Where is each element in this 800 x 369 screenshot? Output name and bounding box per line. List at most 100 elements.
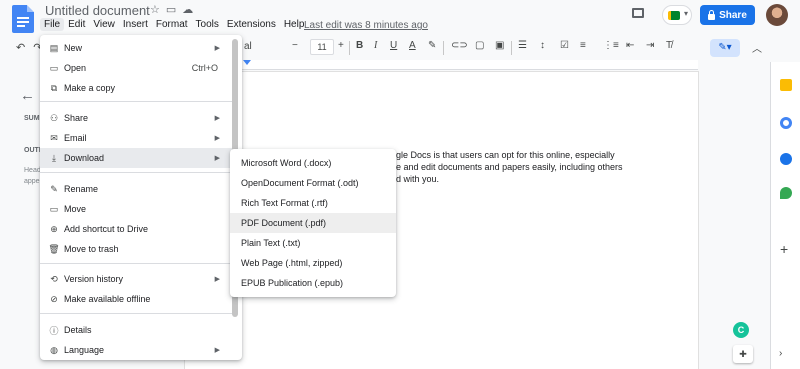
font-family-select[interactable]: al xyxy=(244,41,252,52)
menu-item-download[interactable]: ⤓ Download ▶ xyxy=(40,148,236,168)
download-rtf[interactable]: Rich Text Format (.rtf) xyxy=(230,193,396,213)
menu-extensions[interactable]: Extensions xyxy=(223,18,280,31)
maps-icon[interactable] xyxy=(780,187,792,199)
contacts-icon[interactable] xyxy=(780,153,792,165)
menu-divider xyxy=(40,172,236,173)
italic-icon[interactable]: I xyxy=(374,40,377,51)
chevron-down-icon: ▾ xyxy=(683,9,688,18)
menu-item-language[interactable]: ◍ Language ▶ xyxy=(40,340,236,360)
info-icon: ⓘ xyxy=(49,325,59,336)
menu-item-move[interactable]: ▭ Move xyxy=(40,199,236,219)
collapse-toolbar-icon[interactable]: ︿ xyxy=(752,40,762,55)
menu-item-make-a-copy[interactable]: ⧉ Make a copy xyxy=(40,78,236,98)
toolbar-divider xyxy=(511,41,512,55)
outline-panel: ← SUM OUTI Head appe xyxy=(0,62,45,369)
checklist-icon[interactable]: ☑ xyxy=(560,40,569,51)
numbered-list-icon[interactable]: ⋮≡ xyxy=(603,40,619,51)
download-txt[interactable]: Plain Text (.txt) xyxy=(230,233,396,253)
ruler-indent-marker[interactable] xyxy=(243,60,251,65)
lock-icon xyxy=(708,9,716,20)
explore-icon[interactable]: ✚ xyxy=(733,345,753,363)
summary-label: SUM xyxy=(24,115,40,122)
font-size-decrease-icon[interactable]: − xyxy=(292,40,298,51)
menu-view[interactable]: View xyxy=(89,18,119,31)
editing-mode-button[interactable]: ✎▾ xyxy=(710,39,740,57)
share-button[interactable]: Share xyxy=(700,5,755,25)
insert-image-icon[interactable]: ▣ xyxy=(495,40,504,51)
clear-formatting-icon[interactable]: T̸ xyxy=(666,40,672,51)
download-epub[interactable]: EPUB Publication (.epub) xyxy=(230,273,396,293)
toolbar-divider xyxy=(443,41,444,55)
keep-icon[interactable] xyxy=(780,79,792,91)
menu-edit[interactable]: Edit xyxy=(64,18,89,31)
menu-item-open[interactable]: ▭ Open Ctrl+O xyxy=(40,58,236,78)
insert-link-icon[interactable]: ⊂⊃ xyxy=(451,40,468,51)
meet-button[interactable]: ▾ xyxy=(662,5,692,25)
font-size-input[interactable]: 11 xyxy=(310,39,334,55)
decrease-indent-icon[interactable]: ⇤ xyxy=(626,40,634,51)
grammarly-icon[interactable]: C xyxy=(733,322,749,338)
menu-tools[interactable]: Tools xyxy=(192,18,223,31)
bold-icon[interactable]: B xyxy=(356,40,363,51)
menu-item-shortcut: Ctrl+O xyxy=(191,63,218,73)
menu-item-version-history[interactable]: ⟲ Version history ▶ xyxy=(40,269,236,289)
line-spacing-icon[interactable]: ↕ xyxy=(540,40,545,51)
avatar[interactable] xyxy=(766,4,788,26)
align-icon[interactable]: ☰ xyxy=(518,40,527,51)
download-html[interactable]: Web Page (.html, zipped) xyxy=(230,253,396,273)
font-size-increase-icon[interactable]: + xyxy=(338,40,344,51)
document-body[interactable]: gle Docs is that users can opt for this … xyxy=(396,149,636,185)
menu-item-email[interactable]: ✉ Email ▶ xyxy=(40,128,236,148)
toolbar-divider xyxy=(349,41,350,55)
back-arrow-icon[interactable]: ← xyxy=(20,87,35,104)
menu-item-share[interactable]: ⚇ Share ▶ xyxy=(40,108,236,128)
menu-item-details[interactable]: ⓘ Details xyxy=(40,320,236,340)
star-icon[interactable]: ☆ xyxy=(150,3,160,16)
submenu-arrow-icon: ▶ xyxy=(214,276,220,283)
menu-divider xyxy=(40,263,236,264)
show-side-panel-icon[interactable]: › xyxy=(779,348,782,359)
menu-item-label: Make a copy xyxy=(64,83,116,93)
download-odt[interactable]: OpenDocument Format (.odt) xyxy=(230,173,396,193)
document-title[interactable]: Untitled document xyxy=(45,3,150,18)
menu-item-add-shortcut[interactable]: ⊕ Add shortcut to Drive xyxy=(40,219,236,239)
menu-insert[interactable]: Insert xyxy=(119,18,152,31)
document-line: d with you. xyxy=(396,174,440,184)
share-label: Share xyxy=(719,9,747,21)
ruler[interactable] xyxy=(185,60,698,70)
bulleted-list-icon[interactable]: ≡ xyxy=(580,40,586,51)
text-color-icon[interactable]: A xyxy=(409,40,416,51)
menu-item-offline[interactable]: ⊘ Make available offline xyxy=(40,289,236,309)
document-line: gle Docs is that users can opt for this … xyxy=(396,150,615,160)
menu-format[interactable]: Format xyxy=(152,18,192,31)
menu-item-label: Email xyxy=(64,133,87,143)
folder-icon: ▭ xyxy=(49,62,59,73)
tasks-icon[interactable] xyxy=(780,117,792,129)
menu-item-move-to-trash[interactable]: 🗑 Move to trash xyxy=(40,239,236,259)
highlight-color-icon[interactable]: ✎ xyxy=(428,40,436,51)
undo-icon[interactable]: ↶ xyxy=(16,41,25,54)
submenu-arrow-icon: ▶ xyxy=(214,347,220,354)
increase-indent-icon[interactable]: ⇥ xyxy=(646,40,654,51)
menu-bar: File Edit View Insert Format Tools Exten… xyxy=(40,18,308,31)
add-comment-icon[interactable]: ▢ xyxy=(475,40,484,51)
menu-item-label: Move xyxy=(64,204,87,214)
download-docx[interactable]: Microsoft Word (.docx) xyxy=(230,153,396,173)
docs-logo-icon[interactable] xyxy=(12,5,34,33)
meet-camera-icon xyxy=(668,11,680,20)
cloud-status-icon[interactable]: ☁ xyxy=(182,3,193,16)
email-icon: ✉ xyxy=(50,132,58,143)
underline-icon[interactable]: U xyxy=(390,40,397,51)
history-icon: ⟲ xyxy=(50,273,58,284)
menu-item-label: Make available offline xyxy=(64,294,151,304)
menu-item-rename[interactable]: ✎ Rename xyxy=(40,179,236,199)
move-folder-icon[interactable]: ▭ xyxy=(166,3,176,16)
comment-history-icon[interactable] xyxy=(632,8,644,18)
menu-divider xyxy=(40,101,236,102)
download-pdf[interactable]: PDF Document (.pdf) xyxy=(230,213,396,233)
add-ons-plus-icon[interactable]: + xyxy=(780,241,788,257)
menu-item-new[interactable]: ▤ New ▶ xyxy=(40,38,236,58)
last-edit-link[interactable]: Last edit was 8 minutes ago xyxy=(304,20,428,31)
copy-icon: ⧉ xyxy=(50,82,58,93)
menu-file[interactable]: File xyxy=(40,18,65,31)
